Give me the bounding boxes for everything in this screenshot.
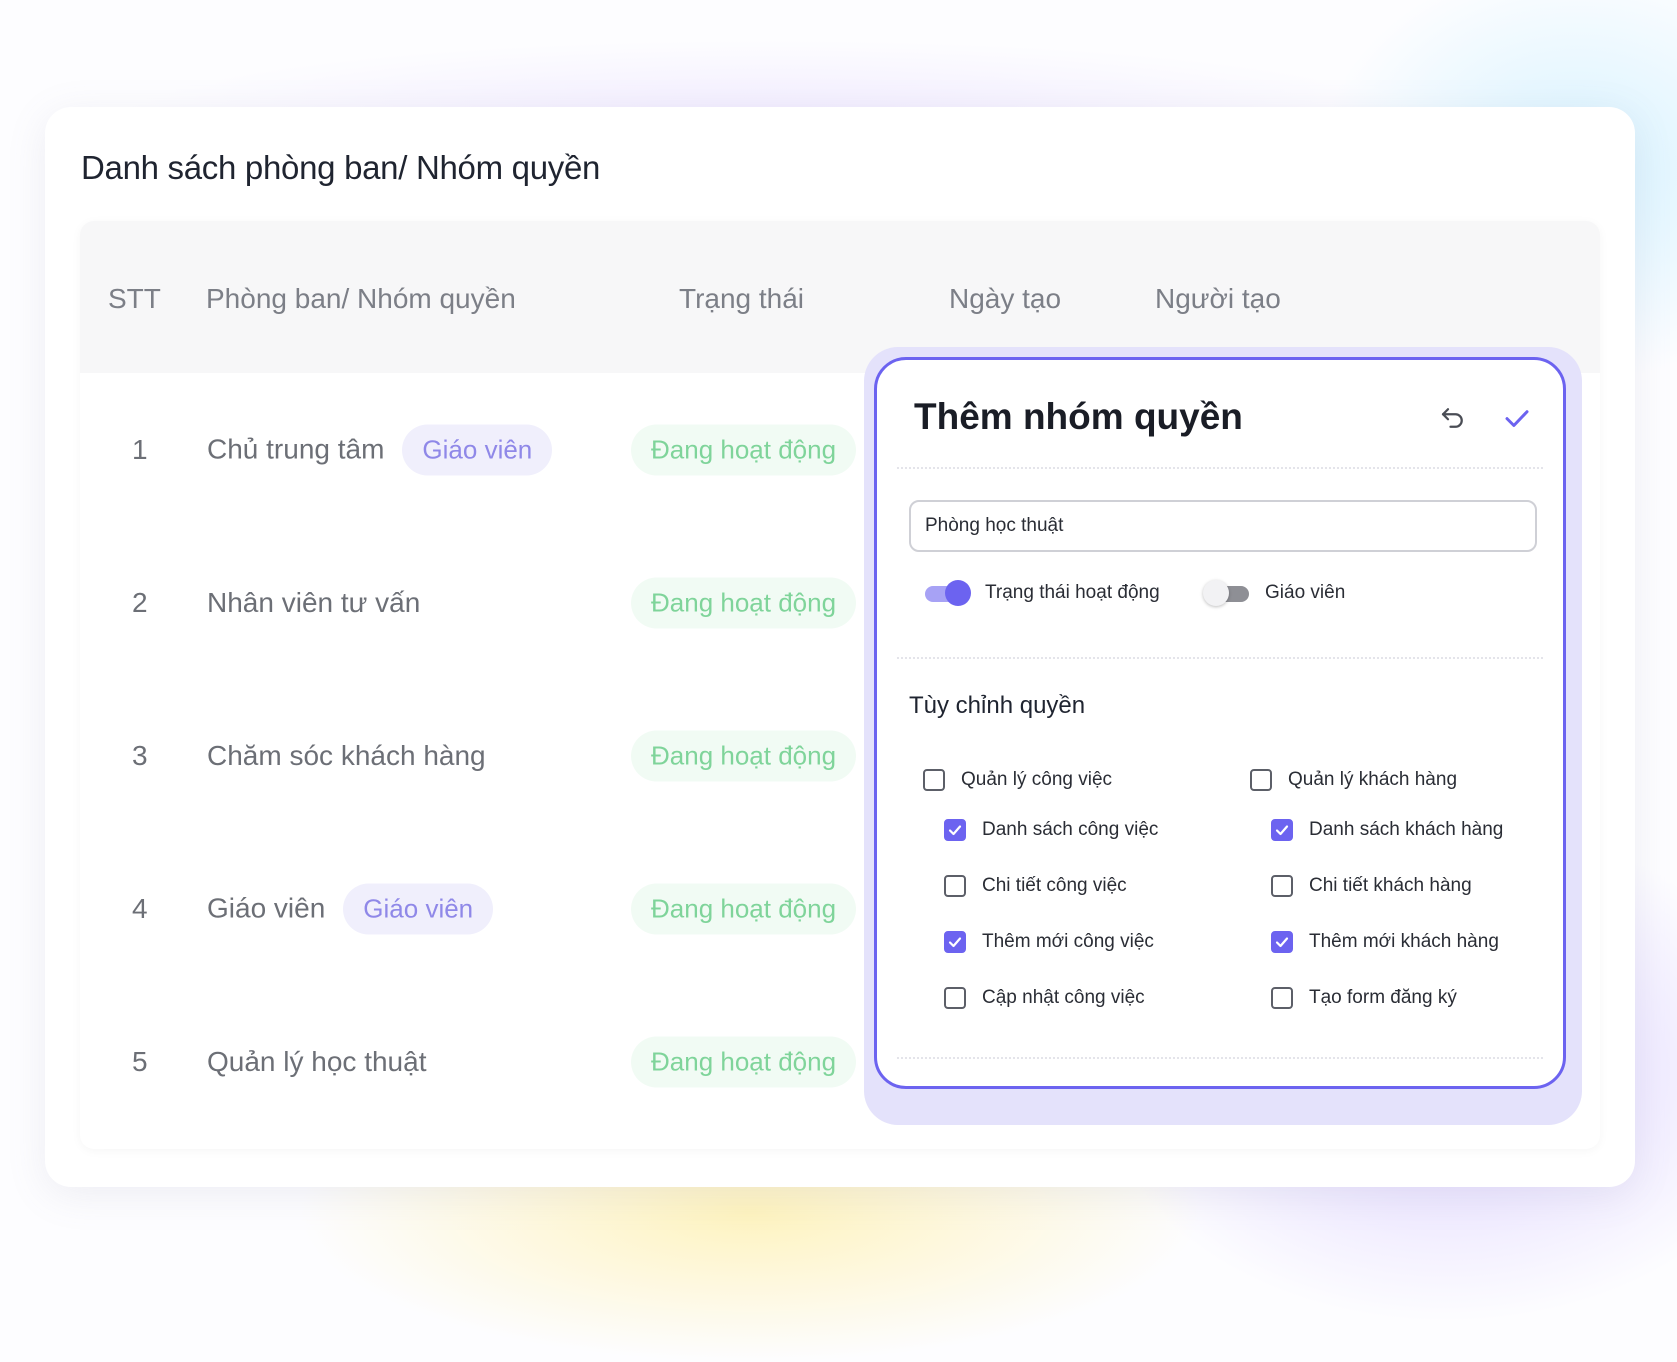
undo-button[interactable] xyxy=(1433,398,1473,438)
status-badge: Đang hoạt động xyxy=(631,883,857,934)
page-title: Danh sách phòng ban/ Nhóm quyền xyxy=(81,149,601,186)
status-badge: Đang hoạt động xyxy=(631,730,857,781)
row-stt: 5 xyxy=(132,1045,148,1077)
perm-work-create[interactable]: Thêm mới công việc xyxy=(923,914,1223,970)
perm-work-update[interactable]: Cập nhật công việc xyxy=(923,970,1223,1026)
permissions-section-title: Tùy chỉnh quyền xyxy=(909,692,1086,719)
perm-label: Quản lý khách hàng xyxy=(1288,769,1458,790)
undo-icon xyxy=(1441,408,1463,428)
checkbox[interactable] xyxy=(1271,987,1293,1009)
checkbox[interactable] xyxy=(1250,769,1272,791)
teacher-tag: Giáo viên xyxy=(402,424,553,475)
row-name: Chủ trung tâm xyxy=(207,433,385,465)
row-name-cell: Giáo viên Giáo viên xyxy=(207,883,494,934)
group-name-input[interactable] xyxy=(909,500,1537,552)
row-stt: 4 xyxy=(132,892,148,924)
perm-label: Cập nhật công việc xyxy=(982,987,1145,1008)
perm-label: Thêm mới khách hàng xyxy=(1309,931,1499,952)
perm-label: Tạo form đăng ký xyxy=(1309,987,1457,1008)
row-stt: 3 xyxy=(132,739,148,771)
divider xyxy=(897,657,1543,659)
header-status: Trạng thái xyxy=(679,283,805,314)
row-stt: 2 xyxy=(132,586,148,618)
perm-work-management[interactable]: Quản lý công việc xyxy=(923,758,1223,802)
checkbox[interactable] xyxy=(923,769,945,791)
perm-registration-form[interactable]: Tạo form đăng ký xyxy=(1250,970,1550,1026)
customer-management-group: Quản lý khách hàng Danh sách khách hàng … xyxy=(1250,758,1550,1026)
row-name: Quản lý học thuật xyxy=(207,1045,427,1077)
teacher-toggle-row: Giáo viên xyxy=(1203,580,1345,606)
teacher-toggle[interactable] xyxy=(1203,580,1251,606)
checkbox[interactable] xyxy=(944,875,966,897)
perm-label: Danh sách công việc xyxy=(982,819,1159,840)
row-name: Nhân viên tư vấn xyxy=(207,586,421,618)
perm-label: Thêm mới công việc xyxy=(982,931,1154,952)
perm-customer-management[interactable]: Quản lý khách hàng xyxy=(1250,758,1550,802)
active-status-label: Trạng thái hoạt động xyxy=(985,582,1160,603)
header-name: Phòng ban/ Nhóm quyền xyxy=(206,283,516,314)
row-name-cell: Quản lý học thuật xyxy=(207,1046,426,1078)
divider xyxy=(897,1057,1543,1059)
checkbox[interactable] xyxy=(1271,931,1293,953)
check-icon xyxy=(1505,410,1529,427)
header-created-date: Ngày tạo xyxy=(949,283,1062,314)
status-badge: Đang hoạt động xyxy=(631,577,857,628)
checkbox[interactable] xyxy=(944,987,966,1009)
perm-customer-detail[interactable]: Chi tiết khách hàng xyxy=(1250,858,1550,914)
row-name: Chăm sóc khách hàng xyxy=(207,739,486,771)
perm-customer-create[interactable]: Thêm mới khách hàng xyxy=(1250,914,1550,970)
row-stt: 1 xyxy=(132,433,148,465)
checkbox[interactable] xyxy=(1271,875,1293,897)
perm-label: Chi tiết công việc xyxy=(982,875,1127,896)
add-permission-group-modal: Thêm nhóm quyền Trạng thái hoạt động Giá… xyxy=(874,357,1566,1089)
status-badge: Đang hoạt động xyxy=(631,1036,857,1087)
checkbox[interactable] xyxy=(944,819,966,841)
perm-work-detail[interactable]: Chi tiết công việc xyxy=(923,858,1223,914)
divider xyxy=(897,467,1543,469)
checkbox[interactable] xyxy=(1271,819,1293,841)
row-name-cell: Nhân viên tư vấn xyxy=(207,587,420,619)
modal-title: Thêm nhóm quyền xyxy=(914,396,1243,437)
checkbox[interactable] xyxy=(944,931,966,953)
perm-label: Danh sách khách hàng xyxy=(1309,819,1504,840)
header-stt: STT xyxy=(108,283,161,314)
perm-customer-list[interactable]: Danh sách khách hàng xyxy=(1250,802,1550,858)
teacher-toggle-label: Giáo viên xyxy=(1265,582,1346,603)
teacher-tag: Giáo viên xyxy=(343,883,494,934)
header-created-by: Người tạo xyxy=(1155,283,1281,314)
row-name-cell: Chủ trung tâm Giáo viên xyxy=(207,424,553,475)
perm-label: Chi tiết khách hàng xyxy=(1309,875,1472,896)
row-name: Giáo viên xyxy=(207,892,326,924)
active-status-toggle-row: Trạng thái hoạt động xyxy=(923,580,1160,606)
row-name-cell: Chăm sóc khách hàng xyxy=(207,740,486,772)
work-management-group: Quản lý công việc Danh sách công việc Ch… xyxy=(923,758,1223,1026)
perm-work-list[interactable]: Danh sách công việc xyxy=(923,802,1223,858)
confirm-button[interactable] xyxy=(1497,398,1537,438)
perm-label: Quản lý công việc xyxy=(961,769,1113,790)
status-badge: Đang hoạt động xyxy=(631,424,857,475)
active-status-toggle[interactable] xyxy=(923,580,971,606)
